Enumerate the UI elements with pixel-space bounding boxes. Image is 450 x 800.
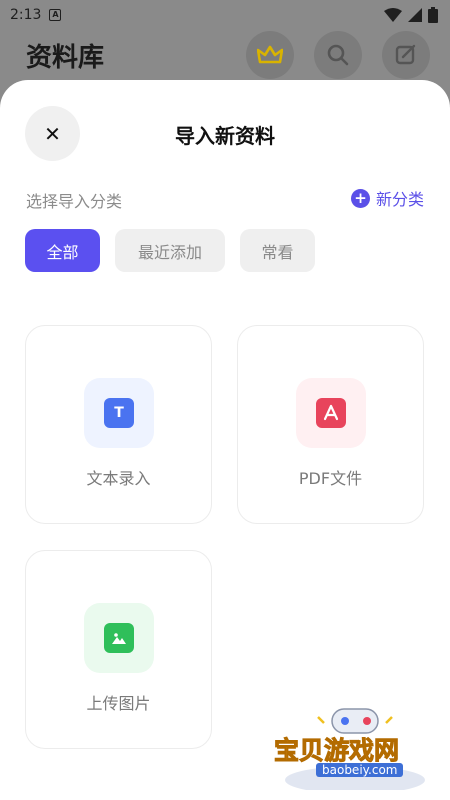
edit-icon [395, 44, 416, 65]
watermark-brand: 宝贝游戏网 [273, 736, 400, 766]
watermark-domain: baobeiy.com [316, 763, 404, 777]
chip-all[interactable]: 全部 [25, 229, 100, 272]
edit-button[interactable] [382, 31, 430, 79]
vip-button[interactable] [246, 31, 294, 79]
text-entry-card[interactable]: T 文本录入 [25, 325, 212, 524]
import-sheet: ✕ 导入新资料 选择导入分类 + 新分类 全部 最近添加 常看 T 文本录入 P… [0, 80, 450, 800]
status-left: 2:13 A [10, 7, 62, 23]
signal-icon [408, 8, 422, 22]
pdf-file-label: PDF文件 [298, 469, 363, 488]
text-icon-wrap: T [84, 378, 154, 448]
upload-image-card[interactable]: 上传图片 [25, 550, 212, 749]
crown-icon [257, 45, 283, 64]
library-title: 资料库 [26, 42, 105, 73]
sheet-title: 导入新资料 [175, 124, 275, 148]
background-header: 资料库 [0, 30, 450, 80]
text-icon: T [104, 398, 134, 428]
notification-app-icon: A [49, 9, 62, 21]
status-time: 2:13 [10, 7, 42, 23]
image-icon-wrap [84, 603, 154, 673]
new-category-button[interactable]: + 新分类 [350, 186, 424, 210]
chip-recently-added[interactable]: 最近添加 [115, 229, 225, 272]
watermark-logo: 宝贝游戏网 baobeiy.com [270, 705, 440, 794]
text-entry-label: 文本录入 [86, 469, 151, 488]
category-section-label: 选择导入分类 [26, 192, 123, 211]
image-icon [104, 623, 134, 653]
pdf-icon-wrap [296, 378, 366, 448]
new-category-label: 新分类 [375, 190, 424, 209]
upload-image-label: 上传图片 [86, 694, 151, 713]
status-bar: 2:13 A [0, 0, 450, 30]
chip-frequently-viewed[interactable]: 常看 [240, 229, 315, 272]
status-right [384, 7, 438, 23]
pdf-file-card[interactable]: PDF文件 [237, 325, 424, 524]
pdf-icon [316, 398, 346, 428]
background-actions [246, 31, 430, 79]
search-icon [327, 44, 349, 66]
search-button[interactable] [314, 31, 362, 79]
battery-icon [428, 7, 438, 23]
wifi-icon [384, 8, 402, 22]
category-chips: 全部 最近添加 常看 [25, 229, 315, 272]
plus-circle-icon: + [350, 188, 370, 208]
